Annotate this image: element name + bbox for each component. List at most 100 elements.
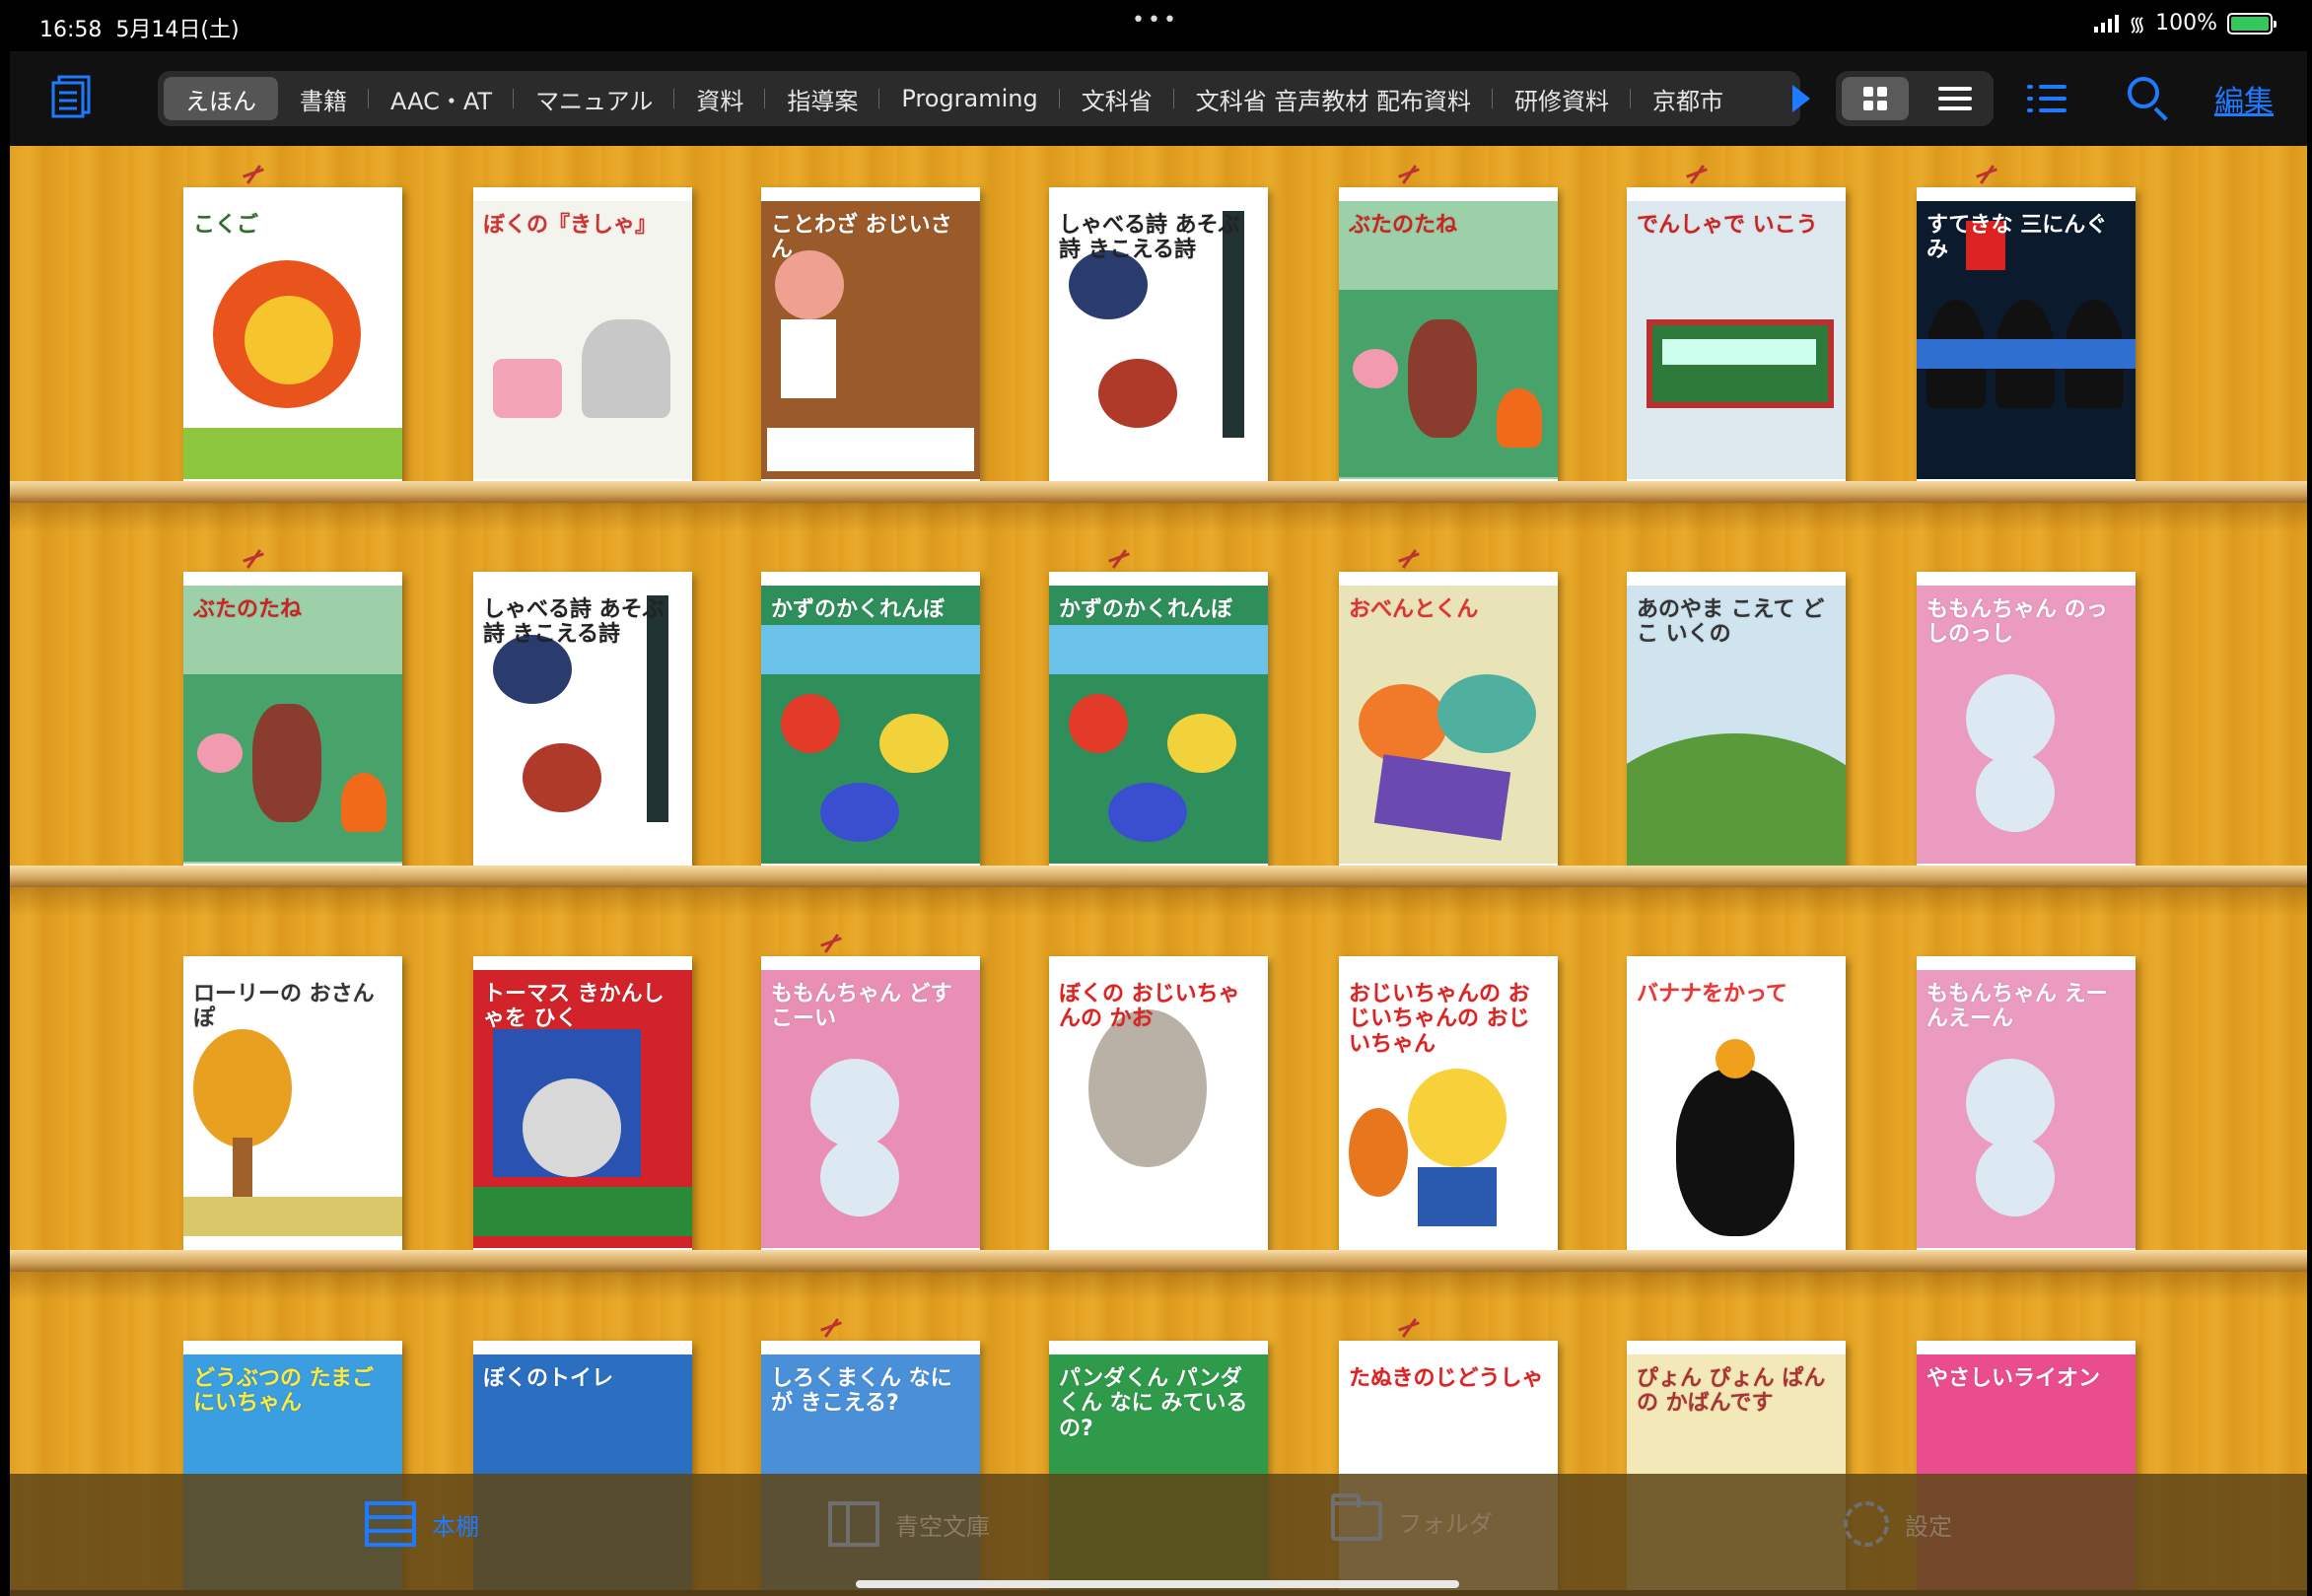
shelf-row: ぶたのたね しゃべる詩 あそぶ詩 きこえる詩 かずのかくれんぼ かずのかくれんぼ おべん… xyxy=(10,503,2307,887)
bookmark-pin-icon xyxy=(1686,164,1710,187)
bookmark-pin-icon xyxy=(820,1317,844,1341)
view-mode-segmented-control xyxy=(1836,71,1994,126)
book-title: ぶたのたね xyxy=(1349,213,1458,238)
category-tab[interactable]: Programing xyxy=(879,77,1061,120)
book-cover[interactable]: トーマス きかんしゃを ひく xyxy=(473,956,692,1264)
book-title: ももんちゃん のっしのっし xyxy=(1927,597,2108,648)
book-cover[interactable]: かずのかくれんぼ xyxy=(1049,572,1268,879)
book-title: こくご xyxy=(193,213,259,238)
wifi-icon: ᯾ xyxy=(2129,12,2146,35)
book-cover[interactable]: ももんちゃん どすこーい xyxy=(761,956,980,1264)
book-cover[interactable]: しゃべる詩 あそぶ詩 きこえる詩 xyxy=(1049,187,1268,495)
book-title: おべんとくん xyxy=(1349,597,1479,622)
book-cover[interactable]: バナナをかって xyxy=(1627,956,1846,1264)
bookmark-pin-icon xyxy=(1398,1317,1422,1341)
category-tab[interactable]: 京都市 xyxy=(1631,77,1745,120)
category-tab[interactable]: 資料 xyxy=(674,77,766,120)
book-cover[interactable]: ぶたのたね xyxy=(183,572,402,879)
multitask-dots-icon[interactable]: ••• xyxy=(1132,8,1179,33)
status-right: ᯾ 100% xyxy=(2094,10,2277,36)
bulleted-list-icon[interactable] xyxy=(2027,81,2067,116)
tab-folder[interactable]: フォルダ xyxy=(1331,1493,1493,1541)
home-indicator[interactable] xyxy=(856,1580,1459,1588)
bookmark-pin-icon xyxy=(1108,548,1132,572)
book-title: ぼくのトイレ xyxy=(483,1366,614,1391)
bookshelf: こくご ぼくの『きしゃ』 ことわざ おじいさん しゃべる詩 あそぶ詩 きこえる詩 ぶたの… xyxy=(10,146,2307,1590)
shelf-row: ローリーの おさんぽ トーマス きかんしゃを ひく ももんちゃん どすこーい ぼくの … xyxy=(10,887,2307,1272)
book-cover[interactable]: でんしゃで いこう xyxy=(1627,187,1846,495)
status-bar: 16:58 5月14日(土) ••• ᯾ 100% xyxy=(0,0,2312,51)
book-cover[interactable]: ことわざ おじいさん xyxy=(761,187,980,495)
tab-label: 青空文庫 xyxy=(895,1512,990,1541)
book-title: ローリーの おさんぽ xyxy=(193,982,375,1032)
tab-aozora-bunko[interactable]: 青空文庫 xyxy=(828,1501,990,1547)
edit-button[interactable]: 編集 xyxy=(2214,77,2274,120)
open-book-icon xyxy=(828,1501,879,1547)
category-tab[interactable]: 文科省 xyxy=(1060,77,1174,120)
book-title: ぴょん ぴょん ぱんの かばんです xyxy=(1637,1366,1826,1417)
category-tab[interactable]: マニュアル xyxy=(514,77,675,120)
bookmark-pin-icon xyxy=(820,933,844,956)
book-title: たぬきのじどうしゃ xyxy=(1349,1366,1544,1391)
bookshelf-icon xyxy=(365,1501,416,1547)
grid-view-icon[interactable] xyxy=(1842,77,1909,120)
bookmark-pin-icon xyxy=(243,164,266,187)
book-cover[interactable]: ローリーの おさんぽ xyxy=(183,956,402,1264)
category-tab[interactable]: 指導案 xyxy=(765,77,880,120)
book-cover-art: おじいちゃんの おじいちゃんの おじいちゃん xyxy=(1339,970,1558,1248)
book-cover[interactable]: すてきな 三にんぐみ xyxy=(1917,187,2136,495)
tab-label: フォルダ xyxy=(1398,1509,1493,1538)
book-cover[interactable]: しゃべる詩 あそぶ詩 きこえる詩 xyxy=(473,572,692,879)
book-cover-art: かずのかくれんぼ xyxy=(1049,586,1268,864)
category-tab[interactable]: えほん xyxy=(164,77,278,120)
tab-label: 本棚 xyxy=(432,1512,479,1541)
book-title: ももんちゃん どすこーい xyxy=(771,982,952,1032)
book-title: かずのかくれんぼ xyxy=(771,597,946,622)
shelf-shadow xyxy=(10,887,2307,917)
book-cover-art: トーマス きかんしゃを ひく xyxy=(473,970,692,1248)
shelf-board xyxy=(10,1250,2307,1272)
bookmark-pin-icon xyxy=(243,548,266,572)
list-view-icon[interactable] xyxy=(1921,77,1988,120)
book-cover-art: ももんちゃん どすこーい xyxy=(761,970,980,1248)
book-cover[interactable]: ぼくの『きしゃ』 xyxy=(473,187,692,495)
book-cover[interactable]: ぶたのたね xyxy=(1339,187,1558,495)
book-title: どうぶつの たまごにいちゃん xyxy=(193,1366,374,1417)
search-icon[interactable] xyxy=(2128,77,2171,121)
book-title: やさしいライオン xyxy=(1927,1366,2101,1391)
battery-percentage: 100% xyxy=(2155,11,2217,35)
tab-bookshelf[interactable]: 本棚 xyxy=(365,1501,479,1547)
book-cover-art: バナナをかって xyxy=(1627,970,1846,1248)
book-cover[interactable]: あのやま こえて どこ いくの xyxy=(1627,572,1846,879)
battery-icon xyxy=(2227,12,2277,35)
category-tab[interactable]: AAC・AT xyxy=(369,77,515,120)
book-cover-art: すてきな 三にんぐみ xyxy=(1917,201,2136,479)
book-cover[interactable]: こくご xyxy=(183,187,402,495)
book-title: ぼくの『きしゃ』 xyxy=(483,213,658,238)
book-cover-art: おべんとくん xyxy=(1339,586,1558,864)
book-title: ももんちゃん えーんえーん xyxy=(1927,982,2108,1032)
book-cover[interactable]: ぼくの おじいちゃんの かお xyxy=(1049,956,1268,1264)
tab-settings[interactable]: 設定 xyxy=(1844,1501,1952,1547)
library-icon[interactable] xyxy=(51,75,91,118)
category-tab[interactable]: 研修資料 xyxy=(1493,77,1631,120)
book-cover-art: ぶたのたね xyxy=(1339,201,1558,479)
shelf-board xyxy=(10,866,2307,887)
book-title: ことわざ おじいさん xyxy=(771,213,952,263)
shelf-shadow xyxy=(10,146,2307,148)
category-tab[interactable]: 書籍 xyxy=(278,77,369,120)
book-cover[interactable]: おじいちゃんの おじいちゃんの おじいちゃん xyxy=(1339,956,1558,1264)
book-cover-art: しゃべる詩 あそぶ詩 きこえる詩 xyxy=(1049,201,1268,479)
book-title: しゃべる詩 あそぶ詩 きこえる詩 xyxy=(1059,213,1240,263)
book-cover[interactable]: かずのかくれんぼ xyxy=(761,572,980,879)
book-title: ぼくの おじいちゃんの かお xyxy=(1059,982,1240,1032)
cellular-signal-icon xyxy=(2094,14,2120,33)
category-tab[interactable]: 文科省 音声教材 配布資料 xyxy=(1174,77,1494,120)
book-title: でんしゃで いこう xyxy=(1637,213,1818,238)
tabs-scroll-right-icon[interactable] xyxy=(1792,85,1810,112)
book-cover-art: しゃべる詩 あそぶ詩 きこえる詩 xyxy=(473,586,692,864)
book-cover[interactable]: ももんちゃん えーんえーん xyxy=(1917,956,2136,1264)
book-cover-art: でんしゃで いこう xyxy=(1627,201,1846,479)
book-cover[interactable]: おべんとくん xyxy=(1339,572,1558,879)
book-cover[interactable]: ももんちゃん のっしのっし xyxy=(1917,572,2136,879)
